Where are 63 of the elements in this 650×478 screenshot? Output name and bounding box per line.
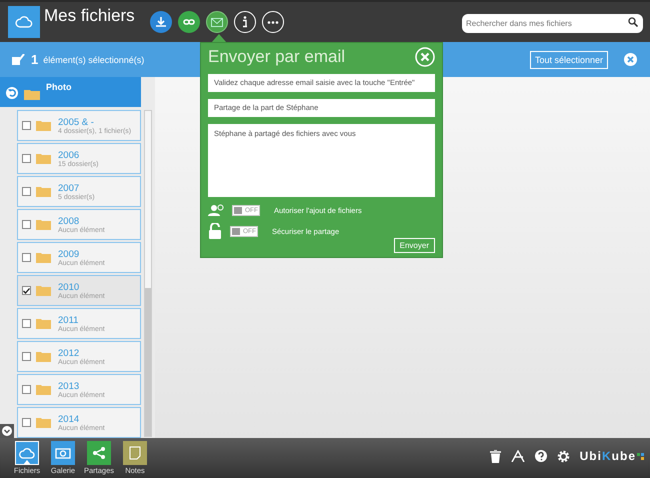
folder-icon [36,219,51,230]
pointer-icon [23,460,31,465]
selection-count: 1 [31,52,38,67]
camera-icon [55,447,71,459]
more-icon[interactable] [262,11,284,33]
lock-icon [208,223,222,240]
checkbox[interactable] [22,385,31,394]
settings-icon[interactable] [556,450,570,462]
select-all-button[interactable]: Tout sélectionner [530,50,608,68]
search-icon[interactable] [628,17,638,27]
folder-icon [36,318,51,329]
info-icon[interactable] [234,11,256,33]
folder-title: 2007 [58,182,80,194]
checkbox[interactable] [22,154,31,163]
close-icon[interactable] [624,53,637,66]
cloud-icon [15,16,33,28]
link-icon[interactable] [178,11,200,33]
note-icon [129,446,141,460]
brand-logo: UbiKube [580,449,644,463]
folder-icon [36,417,51,428]
cloud-icon [19,448,35,458]
folder-title: 2009 [58,248,80,260]
checkbox[interactable] [22,352,31,361]
folder-icon [36,285,51,296]
checkbox[interactable] [22,418,31,427]
folder-icon [36,153,51,164]
checkbox[interactable] [22,121,31,130]
close-icon[interactable] [415,47,435,67]
dialog-title: Envoyer par email [208,47,346,67]
tools-icon[interactable] [510,450,525,462]
checkbox[interactable] [22,253,31,262]
checkbox[interactable] [22,220,31,229]
folder-title: 2005 & - [58,116,95,128]
expand-icon[interactable] [0,424,14,438]
folder-title: 2013 [58,380,80,392]
folder-icon [36,252,51,263]
folder-title: 2012 [58,348,80,358]
checkbox[interactable] [22,319,31,328]
folder-icon [36,186,51,197]
folder-title: 2006 [58,150,80,160]
send-button[interactable]: Envoyer [394,238,435,254]
folder-name: Photo [46,82,72,92]
search-field[interactable]: Rechercher dans mes fichiers [462,14,643,32]
folder-title: 2014 [58,414,80,424]
folder-title: 2011 [58,314,80,326]
folder-icon [36,120,51,131]
user-add-icon [208,204,224,216]
page-title: Mes fichiers [44,6,136,26]
help-icon[interactable] [534,450,547,462]
folder-title: 2010 [58,282,80,292]
folder-title: 2008 [58,216,80,226]
selection-label: élément(s) sélectionné(s) [43,54,144,64]
folder-icon [24,88,40,100]
checkmark-icon [12,54,25,65]
checkbox[interactable] [22,286,31,295]
folder-icon [36,384,51,395]
back-icon[interactable] [6,87,18,99]
download-icon[interactable] [150,11,172,33]
trash-icon[interactable] [490,450,501,462]
checkbox[interactable] [22,187,31,196]
share-icon [92,446,106,460]
folder-icon [36,351,51,362]
scrollbar[interactable] [144,110,152,437]
